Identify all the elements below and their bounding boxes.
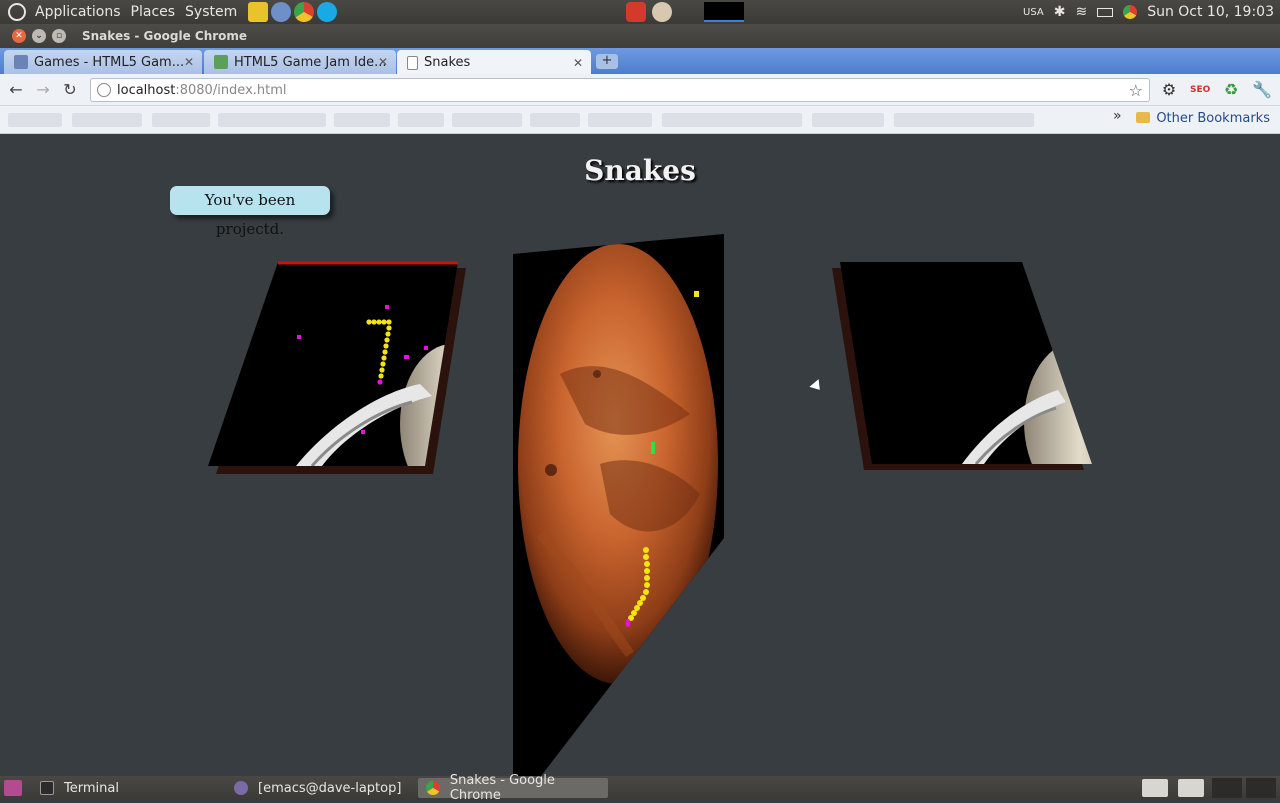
other-bookmarks-label: Other Bookmarks xyxy=(1156,111,1270,126)
reload-icon[interactable]: ↻ xyxy=(59,80,81,99)
tab-label: Snakes xyxy=(424,55,471,70)
power-icon[interactable] xyxy=(626,2,646,22)
close-window-icon[interactable]: ✕ xyxy=(12,29,26,43)
panel-indicators: USA ✱ ≋ Sun Oct 10, 19:03 xyxy=(1023,0,1274,24)
bookmark-item[interactable] xyxy=(8,113,62,127)
other-bookmarks[interactable]: Other Bookmarks xyxy=(1136,111,1270,126)
system-menu[interactable]: System xyxy=(180,4,242,20)
task-label: Terminal xyxy=(64,780,119,796)
task-label: Snakes - Google Chrome xyxy=(449,773,555,803)
page-favicon-icon xyxy=(407,55,418,70)
spreadsheet-favicon-icon xyxy=(214,55,228,69)
battery-icon[interactable] xyxy=(1097,7,1114,17)
page-content: Snakes You've been projectd. xyxy=(0,134,1280,776)
tray-window-icon[interactable] xyxy=(1178,779,1204,797)
address-bar[interactable]: localhost:8080/index.html ☆ xyxy=(90,78,1150,102)
center-game-board xyxy=(513,234,724,776)
pidgin-launcher-icon[interactable] xyxy=(271,2,292,22)
bookmark-item[interactable] xyxy=(588,113,652,127)
show-desktop-icon[interactable] xyxy=(4,780,22,796)
chrome-launcher-icon[interactable] xyxy=(294,2,315,22)
task-chrome[interactable]: Snakes - Google Chrome xyxy=(418,773,608,803)
seo-extension-icon[interactable]: SEO xyxy=(1190,80,1210,100)
tab-label: HTML5 Game Jam Ide... xyxy=(234,54,387,70)
ubuntu-logo-icon[interactable] xyxy=(8,3,26,21)
bookmark-item[interactable] xyxy=(218,113,326,127)
tab-game-jam[interactable]: HTML5 Game Jam Ide... ✕ xyxy=(204,50,396,74)
url-host: localhost xyxy=(117,82,176,98)
task-label: [emacs@dave-laptop] xyxy=(258,780,402,796)
tab-games[interactable]: Games - HTML5 Gam... ✕ xyxy=(4,50,202,74)
maximize-window-icon[interactable]: ▫ xyxy=(52,29,66,43)
wrench-menu-icon[interactable]: 🔧 xyxy=(1252,80,1272,100)
bookmark-item[interactable] xyxy=(334,113,390,127)
notes-launcher-icon[interactable] xyxy=(248,2,269,22)
bookmark-item[interactable] xyxy=(662,113,802,127)
bookmark-item[interactable] xyxy=(398,113,444,127)
close-tab-icon[interactable]: ✕ xyxy=(378,55,388,69)
trash-icon[interactable] xyxy=(1212,778,1242,798)
bookmark-item[interactable] xyxy=(812,113,884,127)
launchers xyxy=(248,2,338,22)
workspace-icon[interactable] xyxy=(1246,778,1276,798)
keyboard-layout[interactable]: USA xyxy=(1023,7,1044,18)
tab-snakes[interactable]: Snakes ✕ xyxy=(397,50,591,75)
wifi-icon[interactable]: ≋ xyxy=(1075,4,1087,20)
forward-icon[interactable]: → xyxy=(32,80,54,99)
settings-gear-icon[interactable]: ⚙ xyxy=(1159,80,1179,100)
bookmark-item[interactable] xyxy=(894,113,1034,127)
chrome-tray-icon[interactable] xyxy=(1123,5,1138,19)
tab-strip: Games - HTML5 Gam... ✕ HTML5 Game Jam Id… xyxy=(0,48,1280,75)
window-titlebar: ✕ ⌄ ▫ Snakes - Google Chrome xyxy=(0,24,1280,48)
bottom-taskbar: Terminal [emacs@dave-laptop] Snakes - Go… xyxy=(0,773,1280,803)
tab-label: Games - HTML5 Gam... xyxy=(34,54,185,70)
bookmark-item[interactable] xyxy=(152,113,210,127)
game-boards xyxy=(208,234,1092,776)
task-terminal[interactable]: Terminal xyxy=(32,778,222,798)
chrome-icon xyxy=(426,781,440,795)
bookmark-item[interactable] xyxy=(452,113,522,127)
emacs-icon xyxy=(234,781,248,795)
calendar-favicon-icon xyxy=(14,55,28,69)
user-icon[interactable] xyxy=(652,2,672,22)
terminal-icon xyxy=(40,781,54,795)
window-title: Snakes - Google Chrome xyxy=(82,29,248,43)
top-panel: Applications Places System USA ✱ ≋ Sun O… xyxy=(0,0,1280,24)
close-tab-icon[interactable]: ✕ xyxy=(184,55,194,69)
clock[interactable]: Sun Oct 10, 19:03 xyxy=(1147,4,1274,20)
panel-center-applets xyxy=(626,2,744,22)
minimize-window-icon[interactable]: ⌄ xyxy=(32,29,46,43)
bookmark-star-icon[interactable]: ☆ xyxy=(1129,81,1143,100)
skype-launcher-icon[interactable] xyxy=(317,2,338,22)
browser-toolbar: ← → ↻ localhost:8080/index.html ☆ ⚙ SEO … xyxy=(0,74,1280,106)
url-path: :8080/index.html xyxy=(175,82,287,98)
task-emacs[interactable]: [emacs@dave-laptop] xyxy=(226,778,416,798)
bookmarks-overflow-icon[interactable]: » xyxy=(1113,108,1122,124)
applications-menu[interactable]: Applications xyxy=(30,4,126,20)
bookmark-item[interactable] xyxy=(72,113,142,127)
left-game-board xyxy=(208,261,466,474)
bookmarks-bar: » Other Bookmarks xyxy=(0,106,1280,134)
green-extension-icon[interactable]: ♻ xyxy=(1221,80,1241,100)
close-tab-icon[interactable]: ✕ xyxy=(573,56,583,70)
bluetooth-icon[interactable]: ✱ xyxy=(1054,4,1066,20)
places-menu[interactable]: Places xyxy=(126,4,181,20)
workspace-switcher[interactable] xyxy=(704,2,744,22)
right-game-board xyxy=(832,262,1092,470)
tray-chrome-icon[interactable] xyxy=(1142,779,1168,797)
bookmark-item[interactable] xyxy=(530,113,580,127)
folder-icon xyxy=(1136,112,1151,123)
new-tab-button[interactable]: + xyxy=(596,54,618,69)
page-info-icon[interactable] xyxy=(97,83,111,97)
back-icon[interactable]: ← xyxy=(5,80,27,99)
